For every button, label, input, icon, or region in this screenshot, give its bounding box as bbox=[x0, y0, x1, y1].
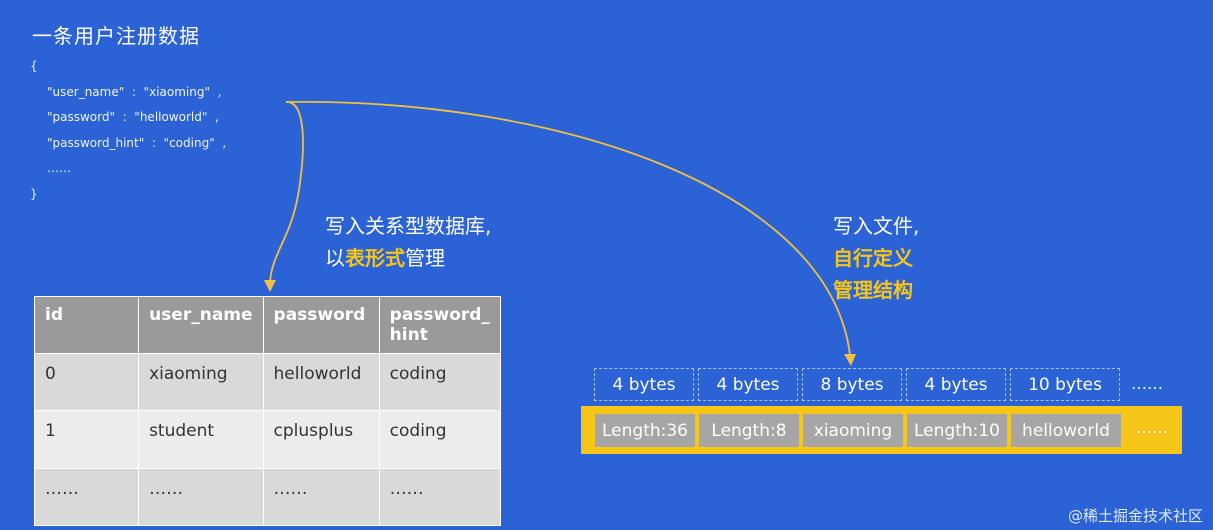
table-cell: …… bbox=[33, 467, 140, 527]
relational-table: id user_name password password_ hint 0 x… bbox=[33, 296, 502, 527]
arrow-to-table bbox=[269, 101, 304, 283]
byte-size-cell: 4 bytes bbox=[906, 368, 1006, 401]
byte-size-cell: 10 bytes bbox=[1010, 368, 1120, 401]
file-record-bar: Length:36 Length:8 xiaoming Length:10 he… bbox=[581, 406, 1182, 454]
file-field-cell: helloworld bbox=[1011, 414, 1121, 447]
annotation-db-post: 管理 bbox=[405, 246, 445, 270]
file-field-cell: Length:10 bbox=[907, 414, 1007, 447]
byte-size-cell: 8 bytes bbox=[802, 368, 902, 401]
table-header-row: id user_name password password_ hint bbox=[33, 296, 502, 354]
table-row: 1 student cplusplus coding bbox=[33, 410, 502, 469]
table-cell: 0 bbox=[33, 352, 140, 412]
table-cell: …… bbox=[378, 467, 502, 527]
column-header-password: password bbox=[262, 296, 380, 354]
table-cell: cplusplus bbox=[262, 410, 380, 469]
table-cell: xiaoming bbox=[138, 352, 264, 412]
annotation-db-line1: 写入关系型数据库, bbox=[325, 214, 492, 238]
arrow-to-file-head bbox=[844, 354, 856, 366]
byte-size-row: 4 bytes 4 bytes 8 bytes 4 bytes 10 bytes bbox=[594, 368, 1120, 401]
file-field-cell: Length:8 bbox=[699, 414, 799, 447]
annotation-file-line1: 写入文件, bbox=[833, 214, 920, 238]
annotation-db-pre: 以 bbox=[325, 246, 345, 270]
table-cell: coding bbox=[378, 352, 502, 412]
table-cell: coding bbox=[378, 410, 502, 469]
annotation-file-line2: 自行定义 bbox=[833, 246, 913, 270]
table-cell: …… bbox=[138, 467, 264, 527]
file-field-cell: xiaoming bbox=[803, 414, 903, 447]
annotation-file: 写入文件, 自行定义 管理结构 bbox=[833, 210, 919, 306]
table-cell: helloworld bbox=[262, 352, 380, 412]
file-field-row: Length:36 Length:8 xiaoming Length:10 he… bbox=[595, 414, 1121, 447]
table-row: …… …… …… …… bbox=[33, 467, 502, 527]
byte-size-cell: 4 bytes bbox=[594, 368, 694, 401]
table-cell: …… bbox=[262, 467, 380, 527]
column-header-id: id bbox=[33, 296, 140, 354]
annotation-db-highlight: 表形式 bbox=[345, 246, 405, 270]
file-field-cell: Length:36 bbox=[595, 414, 695, 447]
column-header-user-name: user_name bbox=[138, 296, 264, 354]
file-field-more: …… bbox=[1136, 418, 1168, 437]
annotation-database: 写入关系型数据库, 以表形式管理 bbox=[325, 210, 491, 274]
watermark: @稀土掘金技术社区 bbox=[1067, 507, 1203, 525]
byte-size-cell: 4 bytes bbox=[698, 368, 798, 401]
table-cell: 1 bbox=[33, 410, 140, 469]
table-cell: student bbox=[138, 410, 264, 469]
arrow-to-table-head bbox=[264, 280, 276, 292]
column-header-password-hint: password_ hint bbox=[378, 296, 502, 354]
annotation-db-line2: 以表形式管理 bbox=[325, 242, 491, 274]
table-row: 0 xiaoming helloworld coding bbox=[33, 352, 502, 412]
annotation-file-line3: 管理结构 bbox=[833, 278, 913, 302]
byte-size-more: …… bbox=[1131, 374, 1163, 393]
